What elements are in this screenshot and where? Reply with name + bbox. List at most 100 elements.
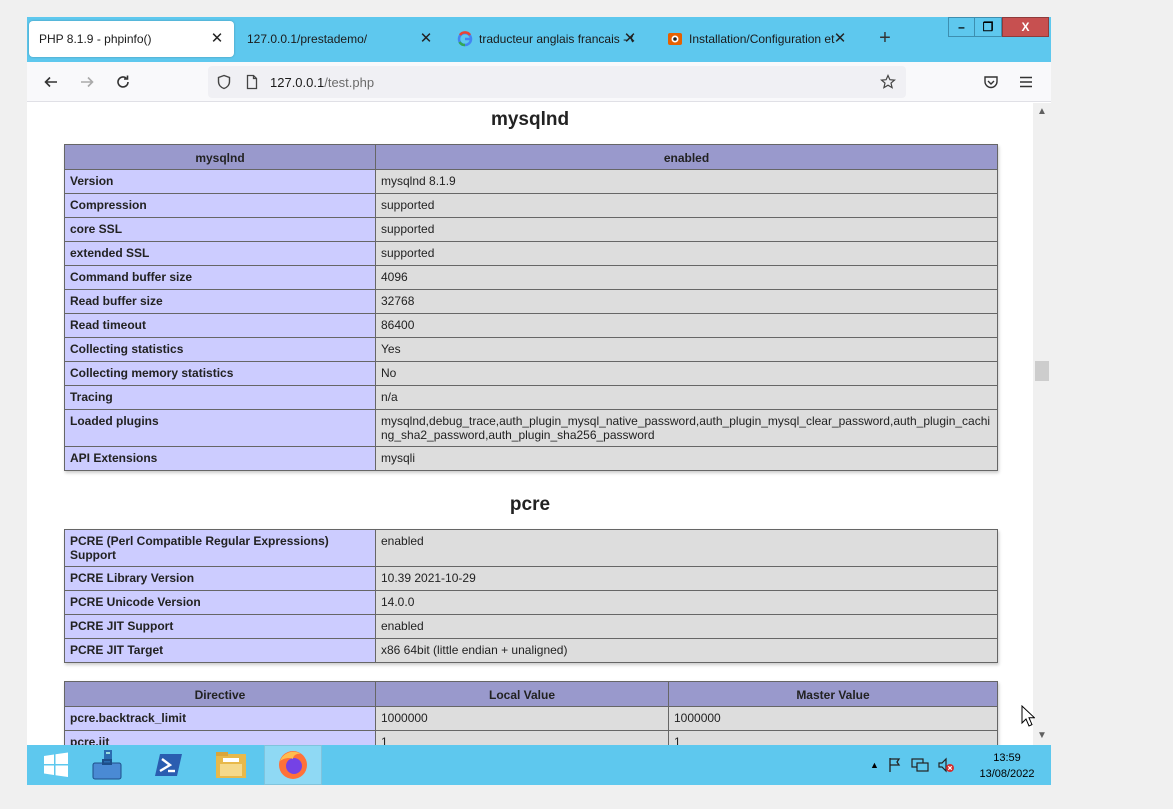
- tab-google-translate[interactable]: traducteur anglais francais - G ✕: [447, 21, 647, 57]
- php-manual-icon: [668, 33, 682, 45]
- server-manager-button[interactable]: [78, 745, 136, 785]
- row-key: PCRE JIT Support: [64, 614, 376, 639]
- row-key: pcre.backtrack_limit: [64, 706, 376, 731]
- clock-time: 13:59: [993, 752, 1021, 764]
- forward-button[interactable]: [73, 68, 101, 96]
- close-tab-icon[interactable]: ✕: [831, 30, 849, 48]
- tab-installation[interactable]: Installation/Configuration et ✕: [657, 21, 857, 57]
- scroll-up-icon[interactable]: ▲: [1036, 106, 1048, 118]
- row-value: 86400: [375, 313, 998, 338]
- mouse-cursor-icon: [1021, 705, 1035, 727]
- scroll-down-icon[interactable]: ▼: [1036, 730, 1048, 742]
- maximize-button[interactable]: ❐: [975, 17, 1002, 37]
- row-value: 14.0.0: [375, 590, 998, 615]
- windows-taskbar: ▲ 13:59 13/08/2022: [27, 745, 1051, 785]
- table-header-row: mysqlnd enabled: [64, 144, 998, 170]
- shield-icon[interactable]: [216, 74, 232, 90]
- row-key: Read timeout: [64, 313, 376, 338]
- close-tab-icon[interactable]: ✕: [208, 30, 226, 48]
- tab-label: PHP 8.1.9 - phpinfo(): [39, 32, 152, 46]
- row-key: PCRE (Perl Compatible Regular Expression…: [64, 529, 376, 567]
- new-tab-button[interactable]: +: [875, 28, 895, 49]
- firefox-taskbar-button[interactable]: [264, 745, 322, 785]
- vertical-scrollbar[interactable]: ▲ ▼: [1033, 103, 1051, 745]
- reload-icon: [117, 75, 129, 88]
- table-row: Loaded plugins mysqlnd,debug_trace,auth_p…: [64, 409, 998, 447]
- table-row: PCRE (Perl Compatible Regular Expression…: [64, 529, 998, 567]
- table-row: pcre.backtrack_limit 1000000 1000000: [64, 706, 998, 731]
- pcre-directives-table: Directive Local Value Master Value pcre.…: [64, 681, 998, 745]
- tab-prestademo[interactable]: 127.0.0.1/prestademo/ ✕: [237, 21, 443, 57]
- row-master-value: 1: [668, 730, 998, 745]
- back-arrow-icon: [44, 76, 57, 88]
- row-key: PCRE Unicode Version: [64, 590, 376, 615]
- file-explorer-button[interactable]: [202, 745, 260, 785]
- row-local-value: 1: [375, 730, 669, 745]
- table-row: core SSL supported: [64, 217, 998, 242]
- table-row: Read timeout 86400: [64, 313, 998, 338]
- menu-button[interactable]: [1012, 68, 1040, 96]
- system-clock[interactable]: 13:59 13/08/2022: [967, 750, 1047, 782]
- firefox-window: PHP 8.1.9 - phpinfo() ✕ 127.0.0.1/presta…: [27, 17, 1051, 745]
- network-icon[interactable]: [911, 757, 929, 773]
- row-key: pcre.jit: [64, 730, 376, 745]
- table-row: Version mysqlnd 8.1.9: [64, 169, 998, 194]
- pocket-button[interactable]: [977, 68, 1005, 96]
- mysqlnd-table: mysqlnd enabled Version mysqlnd 8.1.9 Com…: [64, 144, 998, 471]
- table-row: API Extensions mysqli: [64, 446, 998, 471]
- tray-expand-icon[interactable]: ▲: [870, 760, 879, 770]
- row-value: n/a: [375, 385, 998, 410]
- navigation-toolbar: 127.0.0.1/test.php: [27, 62, 1051, 102]
- powershell-button[interactable]: [140, 745, 198, 785]
- close-tab-icon[interactable]: ✕: [621, 30, 639, 48]
- close-tab-icon[interactable]: ✕: [417, 30, 435, 48]
- row-value: x86 64bit (little endian + unaligned): [375, 638, 998, 663]
- row-key: Version: [64, 169, 376, 194]
- start-button[interactable]: [27, 745, 85, 785]
- row-key: Tracing: [64, 385, 376, 410]
- clock-date: 13/08/2022: [979, 768, 1035, 780]
- address-bar[interactable]: 127.0.0.1/test.php: [208, 66, 906, 98]
- row-value: mysqlnd,debug_trace,auth_plugin_mysql_na…: [375, 409, 998, 447]
- row-value: supported: [375, 241, 998, 266]
- reload-button[interactable]: [109, 68, 137, 96]
- page-icon[interactable]: [244, 74, 260, 90]
- url-text[interactable]: 127.0.0.1/test.php: [270, 75, 374, 90]
- table-row: PCRE JIT Target x86 64bit (little endian …: [64, 638, 998, 663]
- scroll-thumb[interactable]: [1035, 361, 1049, 381]
- row-key: Collecting statistics: [64, 337, 376, 362]
- table-row: PCRE Unicode Version 14.0.0: [64, 590, 998, 615]
- table-row: Tracing n/a: [64, 385, 998, 410]
- row-key: Read buffer size: [64, 289, 376, 314]
- firefox-icon: [279, 751, 307, 779]
- desktop: PHP 8.1.9 - phpinfo() ✕ 127.0.0.1/presta…: [0, 0, 1173, 809]
- volume-muted-icon[interactable]: [937, 757, 955, 773]
- row-key: Collecting memory statistics: [64, 361, 376, 386]
- pcre-table: PCRE (Perl Compatible Regular Expression…: [64, 529, 998, 663]
- minimize-button[interactable]: –: [948, 17, 975, 37]
- bookmark-star-icon[interactable]: [880, 74, 896, 90]
- flag-icon[interactable]: [887, 757, 903, 773]
- row-value: supported: [375, 217, 998, 242]
- table-header-cell: Directive: [64, 681, 376, 707]
- back-button[interactable]: [37, 68, 65, 96]
- table-row: pcre.jit 1 1: [64, 730, 998, 745]
- table-row: Collecting memory statistics No: [64, 361, 998, 386]
- row-key: Loaded plugins: [64, 409, 376, 447]
- close-window-button[interactable]: X: [1002, 17, 1049, 37]
- row-value: No: [375, 361, 998, 386]
- row-value: mysqlnd 8.1.9: [375, 169, 998, 194]
- row-key: PCRE JIT Target: [64, 638, 376, 663]
- folder-icon: [216, 752, 246, 778]
- url-path: /test.php: [324, 75, 375, 90]
- table-row: Collecting statistics Yes: [64, 337, 998, 362]
- table-header-cell: Master Value: [668, 681, 998, 707]
- row-key: API Extensions: [64, 446, 376, 471]
- row-key: core SSL: [64, 217, 376, 242]
- table-row: extended SSL supported: [64, 241, 998, 266]
- row-key: Command buffer size: [64, 265, 376, 290]
- row-master-value: 1000000: [668, 706, 998, 731]
- tab-phpinfo[interactable]: PHP 8.1.9 - phpinfo() ✕: [29, 21, 234, 57]
- forward-arrow-icon: [81, 76, 94, 88]
- table-row: PCRE Library Version 10.39 2021-10-29: [64, 566, 998, 591]
